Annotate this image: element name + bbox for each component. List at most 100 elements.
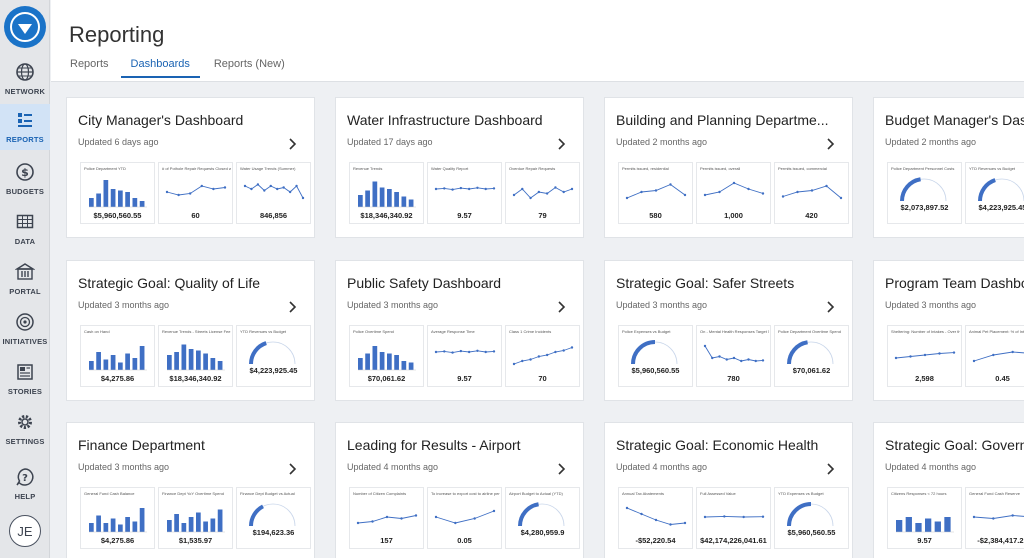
sidebar-item-network[interactable]: NETWORK (0, 56, 50, 102)
tab-reports[interactable]: Reports (70, 58, 109, 78)
thumbnail-point (825, 184, 828, 188)
thumbnail-point (1011, 350, 1014, 354)
thumbnail-title: Cash on Hand (84, 329, 110, 334)
sidebar-item-reports[interactable]: REPORTS (0, 104, 50, 150)
thumbnail-point (703, 515, 707, 519)
chart-thumbnail: Police Overtime Spend $70,061.62 (349, 325, 424, 387)
thumbnail-value: $194,623.36 (252, 528, 295, 537)
sidebar-item-settings[interactable]: SETTINGS (0, 406, 50, 452)
chart-thumbnail: Average Response Time 9.57 (427, 325, 502, 387)
dashboard-card[interactable]: Water Infrastructure Dashboard Updated 17… (335, 97, 584, 238)
thumbnail-point (654, 189, 658, 192)
dashboard-card[interactable]: Program Team Dashboard Updated 3 months a… (873, 260, 1024, 401)
thumbnail-bar (103, 180, 109, 207)
help-icon: ? (13, 465, 37, 489)
thumbnail-point (295, 184, 298, 188)
gauge-track (979, 178, 1024, 202)
thumbnail-point (177, 193, 180, 197)
dashboard-card-updated: Updated 3 months ago (78, 300, 170, 310)
dashboard-card[interactable]: City Manager's Dashboard Updated 6 days a… (66, 97, 315, 238)
thumbnail-point (909, 355, 912, 358)
initiatives-icon (13, 310, 37, 334)
thumbnail-bar (925, 518, 932, 532)
chart-thumbnails: Police Overtime Spend $70,061.62 Average R… (349, 325, 583, 387)
thumbnail-point (537, 190, 541, 194)
thumbnail-bar (394, 192, 399, 207)
chart-thumbnail: Police Department YTD $5,960,560.55 (80, 162, 155, 224)
tab-reports-new[interactable]: Reports (New) (214, 58, 285, 78)
dashboard-card-title: Building and Planning Departme... (616, 112, 829, 128)
dashboard-card[interactable]: Public Safety Dashboard Updated 3 months … (335, 260, 584, 401)
dashboard-card[interactable]: Strategic Goal: Safer Streets Updated 3 m… (604, 260, 853, 401)
chart-thumbnail: Police Department Overtime Spend $70,061.… (774, 325, 849, 387)
thumbnail-line (435, 510, 495, 524)
avatar[interactable]: JE (9, 515, 41, 547)
thumbnail-bar (181, 523, 187, 532)
chevron-right-icon[interactable] (825, 301, 837, 313)
chevron-right-icon[interactable] (556, 463, 568, 475)
sidebar-item-data[interactable]: DATA (0, 206, 50, 252)
sidebar-item-portal[interactable]: PORTAL (0, 256, 50, 302)
sidebar-item-label: INITIATIVES (2, 337, 48, 346)
dashboard-card[interactable]: Strategic Goal: Governance Updated 4 mont… (873, 422, 1024, 558)
thumbnail-value: $2,073,897.52 (900, 203, 949, 212)
chevron-right-icon[interactable] (556, 301, 568, 313)
dashboard-card[interactable]: Building and Planning Departme... Updated… (604, 97, 853, 238)
chevron-right-icon[interactable] (825, 138, 837, 150)
thumbnail-point (434, 350, 438, 354)
dashboard-card-updated: Updated 4 months ago (347, 462, 439, 472)
thumbnail-point (723, 515, 726, 518)
sidebar-item-budgets[interactable]: $ BUDGETS (0, 156, 50, 202)
chevron-right-icon[interactable] (287, 463, 299, 475)
chart-thumbnail: Annual Tax Abatements -$52,220.54 (618, 487, 693, 549)
chart-thumbnail: Number of Citizen Complaints 157 (349, 487, 424, 549)
thumbnail-chart (249, 341, 296, 365)
dashboard-card[interactable]: Budget Manager's Dashboard Updated 2 mont… (873, 97, 1024, 238)
sidebar-item-stories[interactable]: STORIES (0, 356, 50, 402)
app-logo[interactable] (4, 6, 46, 48)
thumbnail-bar (139, 508, 145, 532)
chart-thumbnail: # of Pothole Repair Requests Closed with… (158, 162, 233, 224)
thumbnail-point (434, 187, 438, 191)
thumbnail-title: Annual Tax Abatements (622, 491, 664, 496)
thumbnail-bar (944, 517, 951, 532)
thumbnail-point (250, 187, 253, 191)
thumbnail-title: Revenue Trends (353, 166, 383, 171)
thumbnail-bar (358, 358, 363, 370)
thumbnail-point (545, 192, 549, 195)
chart-thumbnail: Permits issued, residential 580 (618, 162, 693, 224)
chevron-right-icon[interactable] (287, 138, 299, 150)
thumbnail-line (166, 185, 226, 196)
thumbnail-line (782, 185, 842, 199)
dashboard-card[interactable]: Strategic Goal: Economic Health Updated 4… (604, 422, 853, 558)
thumbnail-chart (518, 502, 565, 527)
thumbnail-point (434, 515, 438, 519)
chart-thumbnail: Citizens Responses < 72 hours 9.57 (887, 487, 962, 549)
sidebar-item-label: REPORTS (6, 135, 44, 144)
thumbnail-value: $4,275.86 (100, 374, 135, 383)
thumbnail-value: 9.57 (917, 536, 932, 545)
thumbnail-bar (132, 358, 138, 370)
thumbnail-point (747, 358, 750, 361)
thumbnail-title: Finance Dept Budget vs Actual (240, 491, 295, 496)
thumbnail-value: $4,275.86 (100, 536, 135, 545)
thumbnail-bar (196, 350, 201, 370)
dashboard-card[interactable]: Leading for Results - Airport Updated 4 m… (335, 422, 584, 558)
thumbnail-bar (139, 346, 145, 370)
thumbnail-point (796, 190, 799, 194)
chevron-right-icon[interactable] (556, 138, 568, 150)
dashboard-card[interactable]: Finance Department Updated 3 months ago Ge… (66, 422, 315, 558)
thumbnail-bar (110, 189, 116, 207)
gauge-track (901, 178, 947, 202)
sidebar-item-initiatives[interactable]: INITIATIVES (0, 306, 50, 352)
sidebar-item-help[interactable]: ? HELP (0, 461, 50, 507)
thumbnail-bar (110, 518, 116, 532)
data-icon (13, 210, 37, 234)
dashboard-card[interactable]: Strategic Goal: Quality of Life Updated 3… (66, 260, 315, 401)
chevron-right-icon[interactable] (825, 463, 837, 475)
thumbnail-point (243, 184, 247, 188)
thumbnail-point (781, 195, 785, 198)
thumbnail-point (562, 349, 565, 352)
tab-dashboards[interactable]: Dashboards (120, 58, 200, 78)
chevron-right-icon[interactable] (287, 301, 299, 313)
